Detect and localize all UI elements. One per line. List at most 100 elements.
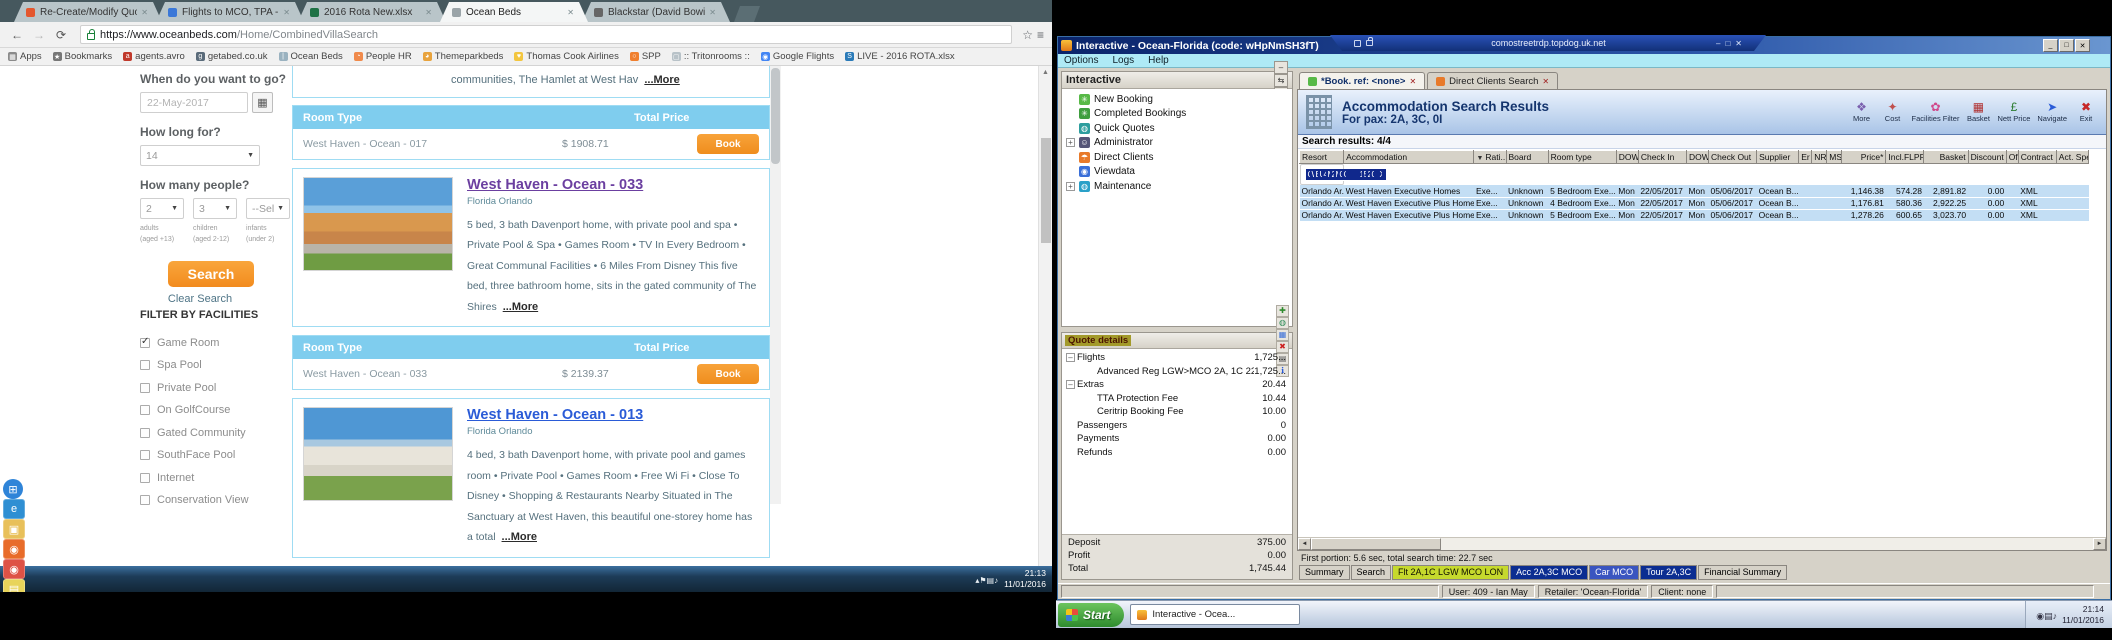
quote-item-row[interactable]: TTA Protection Fee 10.44 (1062, 392, 1292, 406)
tab-close-icon[interactable]: ✕ (1542, 77, 1549, 86)
more-link[interactable]: ...More (644, 74, 679, 86)
forward-button[interactable]: → (30, 26, 48, 44)
grid-column-header[interactable]: ▼ Rati... (1473, 150, 1507, 164)
grid-column-header[interactable]: Contract (2017, 150, 2057, 164)
bookmark-item[interactable]: ◕ Themeparkbeds (422, 51, 503, 62)
booking-section-tab[interactable]: Tour 2A,3C (1640, 564, 1698, 580)
grid-column-header[interactable]: Check Out (1707, 150, 1758, 164)
start-button[interactable]: Start (1058, 602, 1125, 627)
nav-tree-item[interactable]: ◍ Quick Quotes (1062, 121, 1292, 136)
minimize-button[interactable]: _ (2043, 39, 2058, 52)
booking-section-tab[interactable]: Summary (1299, 564, 1350, 580)
toolbar-button[interactable]: ✿ Facilities Filter (1912, 101, 1960, 124)
volume-icon[interactable]: ♪ (994, 576, 998, 585)
tree-expand-icon[interactable] (1066, 124, 1077, 133)
grid-row[interactable]: Orlando Ar...West Haven Executive Plus H… (1299, 197, 2089, 210)
new-tab-button[interactable] (734, 6, 760, 22)
facility-checkbox[interactable] (140, 427, 150, 438)
tree-expand-icon[interactable] (1066, 434, 1077, 443)
book-button[interactable]: Book (697, 364, 759, 385)
file-explorer-icon[interactable]: ▣ (3, 519, 25, 539)
tab-close-icon[interactable]: ✕ (141, 8, 148, 17)
facility-filter-row[interactable]: Gated Community (140, 421, 292, 444)
bookmark-item[interactable]: g getabed.co.uk (195, 51, 268, 62)
internet-explorer-icon[interactable]: e (3, 499, 25, 519)
page-scrollbar[interactable]: ▲ (1038, 66, 1052, 566)
bookmark-item[interactable]: S LIVE - 2016 ROTA.xlsx (845, 51, 955, 62)
taskbar-task-button[interactable]: Interactive - Ocea... (1130, 604, 1301, 625)
tree-expand-icon[interactable] (1086, 367, 1097, 376)
horizontal-scrollbar[interactable]: ◄ ► (1298, 537, 2106, 550)
bookmark-star-icon[interactable]: ☆ (1022, 28, 1033, 42)
scrollbar-thumb[interactable] (1311, 538, 1441, 550)
tree-expand-icon[interactable] (1066, 95, 1077, 104)
children-select[interactable]: 3 ▼ (193, 198, 237, 219)
nav-tree-item[interactable]: ◉ Viewdata (1062, 165, 1292, 180)
tray-volume-icon[interactable]: ♪ (2053, 611, 2058, 621)
add-item-icon[interactable]: ✚ (1276, 304, 1289, 317)
toolbar-button[interactable]: £ Nett Price (1997, 101, 2030, 124)
grid-column-header[interactable]: Room type (1547, 150, 1617, 164)
menu-item[interactable]: Help (1148, 55, 1169, 66)
facility-checkbox[interactable] (140, 360, 150, 371)
calendar-icon[interactable]: ▦ (1276, 328, 1289, 341)
tree-expand-icon[interactable] (1066, 448, 1077, 457)
tree-expand-icon[interactable] (1066, 153, 1077, 162)
scroll-right-icon[interactable]: ► (2093, 538, 2106, 550)
quote-item-row[interactable]: Ceritrip Booking Fee 10.00 (1062, 405, 1292, 419)
back-button[interactable]: ← (8, 26, 26, 44)
tree-expand-icon[interactable] (1066, 109, 1077, 118)
grid-column-header[interactable]: Er (1798, 150, 1813, 164)
duration-select[interactable]: 14 ▼ (140, 145, 260, 166)
nav-tree-item[interactable]: ✳ New Booking (1062, 92, 1292, 107)
grid-column-header[interactable]: DOW (1615, 150, 1639, 164)
grid-column-header[interactable]: Basket (1923, 150, 1969, 164)
facility-checkbox[interactable] (140, 472, 150, 483)
grid-row[interactable]: Orlando Ar...West Haven Executive HomesE… (1299, 164, 1386, 185)
browser-tab[interactable]: Flights to MCO, TPA - Go... ✕ (156, 2, 304, 22)
grid-row[interactable]: Orlando Ar...West Haven Executive Plus H… (1299, 209, 2089, 222)
book-button[interactable]: Book (697, 134, 759, 154)
bookmark-item[interactable]: ◉ Google Flights (760, 51, 834, 62)
facility-filter-row[interactable]: Spa Pool (140, 354, 292, 377)
panel-nav-button[interactable]: ⇆ (1274, 73, 1288, 87)
collapse-panel-button[interactable]: – (1274, 60, 1288, 74)
browser-tab[interactable]: 2016 Rota New.xlsx ✕ (298, 2, 446, 22)
search-button[interactable]: Search (168, 261, 254, 288)
rdp-close-button[interactable]: ✕ (1735, 39, 1742, 48)
grid-column-header[interactable]: Discount (1967, 150, 2007, 164)
more-link[interactable]: ...More (503, 301, 538, 313)
quote-item-row[interactable]: Payments 0.00 (1062, 432, 1292, 446)
network-icon[interactable]: ▤ (987, 576, 995, 585)
grid-column-header[interactable]: Check In (1637, 150, 1687, 164)
nav-tree-item[interactable]: ✳ Completed Bookings (1062, 107, 1292, 122)
reload-button[interactable]: ⟳ (52, 26, 70, 44)
facility-filter-row[interactable]: Game Room (140, 331, 292, 354)
nav-tree-item[interactable]: ☂ Direct Clients (1062, 150, 1292, 165)
date-input[interactable]: 22-May-2017 (140, 92, 248, 113)
villa-title-link[interactable]: West Haven - Ocean - 033 (467, 177, 759, 193)
grid-column-header[interactable]: Supplier (1756, 150, 1800, 164)
nav-tree-item[interactable]: + ◍ Maintenance (1062, 179, 1292, 194)
tray-network-icon[interactable]: ▤ (2044, 611, 2053, 621)
tab-close-icon[interactable]: ✕ (425, 8, 432, 17)
adults-select[interactable]: 2 ▼ (140, 198, 184, 219)
pin-icon[interactable] (1354, 40, 1361, 47)
quote-item-row[interactable]: Passengers 0 (1062, 419, 1292, 433)
facility-checkbox[interactable] (140, 495, 150, 506)
toolbar-button[interactable]: ▦ Basket (1966, 101, 1990, 124)
nav-tree-item[interactable]: + ☺ Administrator (1062, 136, 1292, 151)
facility-filter-row[interactable]: SouthFace Pool (140, 444, 292, 467)
filter-funnel-icon[interactable]: ▼ (1476, 155, 1483, 162)
bookmark-item[interactable]: ○ SPP (629, 51, 661, 62)
infants-select[interactable]: --Sel ▼ (246, 198, 290, 219)
quote-item-row[interactable]: – Flights 1,725... (1062, 351, 1292, 365)
booking-section-tab[interactable]: Search (1350, 564, 1392, 580)
chrome-icon[interactable]: ◉ (3, 559, 25, 579)
tree-expand-icon[interactable]: – (1066, 380, 1075, 390)
quote-item-row[interactable]: Refunds 0.00 (1062, 446, 1292, 460)
grid-column-header[interactable]: Act. Spe (2055, 150, 2090, 164)
tab-close-icon[interactable]: ✕ (567, 8, 574, 17)
tab-close-icon[interactable]: ✕ (709, 8, 716, 17)
browser-tab[interactable]: Re-Create/Modify Quote ✕ (14, 2, 162, 22)
